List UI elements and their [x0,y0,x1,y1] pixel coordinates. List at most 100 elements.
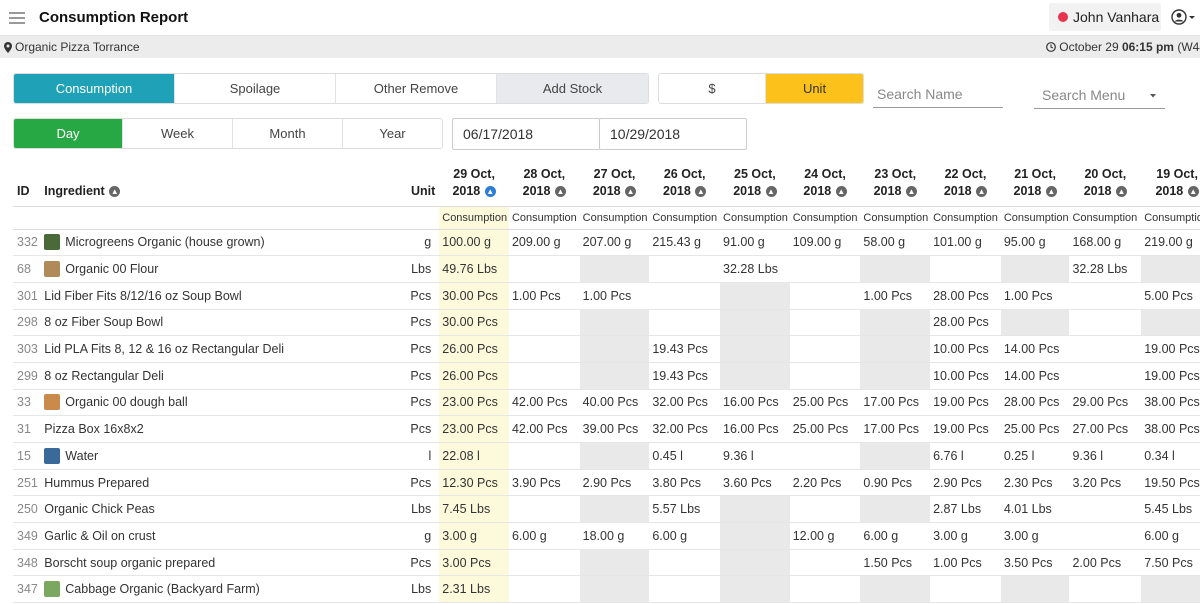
value-cell [1069,362,1142,390]
value-cell: 25.00 Pcs [789,415,861,443]
table-row[interactable]: 303 Lid PLA Fits 8, 12 & 16 oz Rectangula… [13,335,1200,363]
sort-icon[interactable]: ▲ [976,185,988,197]
user-status-button[interactable]: John Vanhara [1049,3,1161,31]
value-cell: 26.00 Pcs [439,335,509,363]
menu-icon[interactable] [9,11,25,24]
table-row[interactable]: 301 Lid Fiber Fits 8/12/16 oz Soup Bowl Pc… [13,282,1200,310]
tab-consumption[interactable]: Consumption [14,74,175,103]
table-row[interactable]: 349 Garlic & Oil on crust g 3.00 g 6.00 g 18.… [13,522,1200,550]
account-menu-button[interactable] [1171,9,1197,25]
value-cell: 14.00 Pcs [1000,362,1070,390]
value-unit-toggle: $ Unit [658,73,864,104]
table-row[interactable]: 298 8 oz Fiber Soup Bowl Pcs 30.00 Pcs 28.00… [13,309,1200,337]
week-label: (W44 [1177,40,1200,54]
ingredient-cell[interactable]: Pizza Box 16x8x2 [41,415,403,443]
date-line1: 20 Oct, [1084,166,1127,181]
sort-icon[interactable]: ▲ [625,185,637,197]
value-cell: 168.00 g [1069,229,1142,257]
value-cell [789,255,861,283]
tab-spoilage[interactable]: Spoilage [175,74,336,103]
ingredient-cell[interactable]: Hummus Prepared [41,469,403,497]
sort-icon[interactable]: ▲ [1045,185,1057,197]
sort-icon[interactable]: ▲ [765,185,777,197]
subheader-blank [41,205,403,230]
sort-icon[interactable]: ▲ [835,185,847,197]
date-column-header[interactable]: 26 Oct, 2018 ▲ [649,162,720,206]
unit-header: Unit [410,183,436,198]
ingredient-cell[interactable]: Lid PLA Fits 8, 12 & 16 oz Rectangular D… [41,335,403,363]
date-line1: 23 Oct, [874,166,917,181]
date-column-header[interactable]: 29 Oct, 2018 ▲ [439,162,509,206]
status-dot-icon [1058,12,1068,22]
ingredient-cell[interactable]: Lid Fiber Fits 8/12/16 oz Soup Bowl [41,282,403,310]
search-menu-select[interactable]: Search Menu [1034,79,1165,109]
unit-cell: Pcs [402,415,440,443]
toggle-unit[interactable]: Unit [766,74,863,103]
table-row[interactable]: 250 Organic Chick Peas Lbs 7.45 Lbs 5.57 Lbs… [13,495,1200,524]
table-row[interactable]: 31 Pizza Box 16x8x2 Pcs 23.00 Pcs 42.00 Pcs 3… [13,415,1200,443]
ingredient-cell[interactable]: Garlic & Oil on crust [41,522,403,550]
value-cell [579,362,650,390]
ingredient-cell[interactable]: Organic 00 Flour [41,255,403,283]
ingredient-cell[interactable]: Borscht soup organic prepared [41,549,403,577]
table-row[interactable]: 251 Hummus Prepared Pcs 12.30 Pcs 3.90 Pcs 2.… [13,469,1200,497]
value-cell: 3.20 Pcs [1069,469,1142,497]
table-row[interactable]: 68 Organic 00 Flour Lbs 49.76 Lbs 32.28 Lbs 3… [13,255,1200,283]
ingredient-cell[interactable]: Organic Chick Peas [41,495,403,524]
date-column-header[interactable]: 19 Oct, 2018 ▲ [1141,162,1200,206]
value-cell: 19.00 Pcs [930,389,1001,417]
table-row[interactable]: 33 Organic 00 dough ball Pcs 23.00 Pcs 42.00… [13,389,1200,417]
tab-other-remove[interactable]: Other Remove [336,74,497,103]
value-cell [789,549,861,577]
end-date-input[interactable]: 10/29/2018 [599,118,747,150]
tab-month[interactable]: Month [233,119,343,148]
ingredient-header[interactable]: Ingredient ▲ [41,162,403,206]
ingredient-cell[interactable]: Cabbage Organic (Backyard Farm) [41,575,403,604]
value-cell: 29.00 Pcs [1069,389,1142,417]
sort-icon[interactable]: ▲ [1187,185,1199,197]
ingredient-cell[interactable]: Microgreens Organic (house grown) [41,229,403,257]
value-cell: 49.76 Lbs [439,255,509,283]
table-row[interactable]: 15 Water l 22.08 l 0.45 l 9.36 l 6.76 l 0.25 l9… [13,442,1200,470]
value-cell: 2.90 Pcs [930,469,1001,497]
toggle-dollar[interactable]: $ [659,74,766,103]
value-cell [649,255,721,283]
table-row[interactable]: 348 Borscht soup organic prepared Pcs 3.00 … [13,549,1200,577]
start-date-input[interactable]: 06/17/2018 [452,118,600,150]
value-cell: 16.00 Pcs [720,415,790,443]
date-column-header[interactable]: 22 Oct, 2018 ▲ [930,162,1001,206]
tab-week[interactable]: Week [123,119,233,148]
tab-year[interactable]: Year [343,119,442,148]
date-column-header[interactable]: 23 Oct, 2018 ▲ [860,162,930,206]
ingredient-cell[interactable]: Water [41,442,403,470]
date-column-header[interactable]: 27 Oct, 2018 ▲ [580,162,650,206]
ingredient-cell[interactable]: 8 oz Fiber Soup Bowl [41,309,403,337]
table-row[interactable]: 332 Microgreens Organic (house grown) g 100… [13,229,1200,257]
date-column-header[interactable]: 24 Oct, 2018 ▲ [790,162,861,206]
sort-icon[interactable]: ▲ [1115,185,1127,197]
value-cell: 25.00 Pcs [1000,415,1070,443]
ingredient-cell[interactable]: 8 oz Rectangular Deli [41,362,403,390]
date-column-header[interactable]: 20 Oct, 2018 ▲ [1069,162,1141,206]
value-cell: 6.00 g [649,522,721,550]
sort-icon[interactable]: ▲ [484,185,496,197]
ingredient-cell[interactable]: Organic 00 dough ball [41,389,403,417]
table-row[interactable]: 299 8 oz Rectangular Deli Pcs 26.00 Pcs 19.4… [13,362,1200,390]
sort-icon[interactable]: ▲ [554,185,566,197]
sort-icon[interactable]: ▲ [695,185,707,197]
value-cell: 6.00 g [860,522,931,550]
tab-add-stock[interactable]: Add Stock [497,74,648,103]
date-column-header[interactable]: 25 Oct, 2018 ▲ [720,162,790,206]
value-cell: 209.00 g [508,229,580,257]
value-cell [1069,309,1142,337]
sort-icon[interactable]: ▲ [109,185,121,197]
tab-day[interactable]: Day [14,119,123,148]
time-label: 06:15 pm [1121,40,1174,54]
search-name-input[interactable]: Search Name [873,78,1003,108]
value-cell: 95.00 g [1000,229,1070,257]
value-cell [789,335,861,363]
table-row[interactable]: 347 Cabbage Organic (Backyard Farm) Lbs 2.3… [13,575,1200,604]
sort-icon[interactable]: ▲ [905,185,917,197]
date-column-header[interactable]: 28 Oct, 2018 ▲ [509,162,580,206]
date-column-header[interactable]: 21 Oct, 2018 ▲ [1001,162,1070,206]
